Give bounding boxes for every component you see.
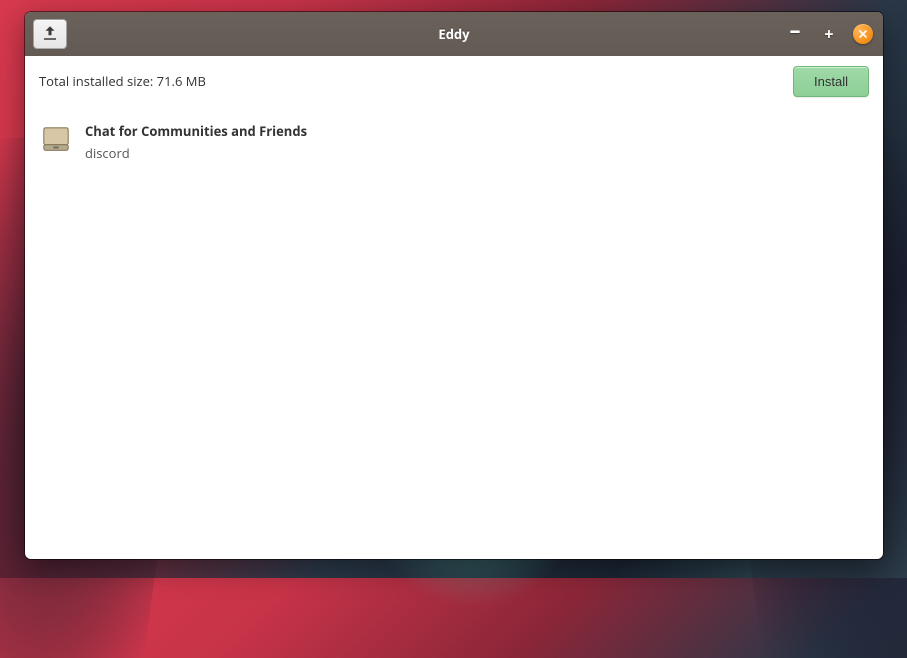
package-title: Chat for Communities and Friends [85, 122, 307, 140]
window-controls: – + [785, 24, 873, 44]
size-value: 71.6 MB [157, 72, 206, 90]
plus-icon: + [824, 23, 833, 45]
install-button[interactable]: Install [793, 66, 869, 97]
size-prefix: Total installed size: [39, 72, 157, 90]
maximize-button[interactable]: + [819, 24, 839, 44]
upload-icon [41, 24, 59, 45]
app-window: Eddy – + Total installed size: 71.6 MB I… [25, 12, 883, 559]
action-toolbar: Total installed size: 71.6 MB Install [25, 56, 883, 106]
total-size-label: Total installed size: 71.6 MB [39, 72, 206, 90]
minimize-button[interactable]: – [785, 20, 805, 40]
package-icon [41, 124, 71, 154]
package-list: Chat for Communities and Friends discord [25, 106, 883, 559]
close-button[interactable] [853, 24, 873, 44]
open-file-button[interactable] [33, 19, 67, 49]
titlebar: Eddy – + [25, 12, 883, 56]
package-text: Chat for Communities and Friends discord [85, 122, 307, 162]
close-icon [858, 26, 868, 43]
list-item[interactable]: Chat for Communities and Friends discord [39, 116, 869, 168]
window-title: Eddy [25, 25, 883, 43]
package-name: discord [85, 144, 307, 162]
